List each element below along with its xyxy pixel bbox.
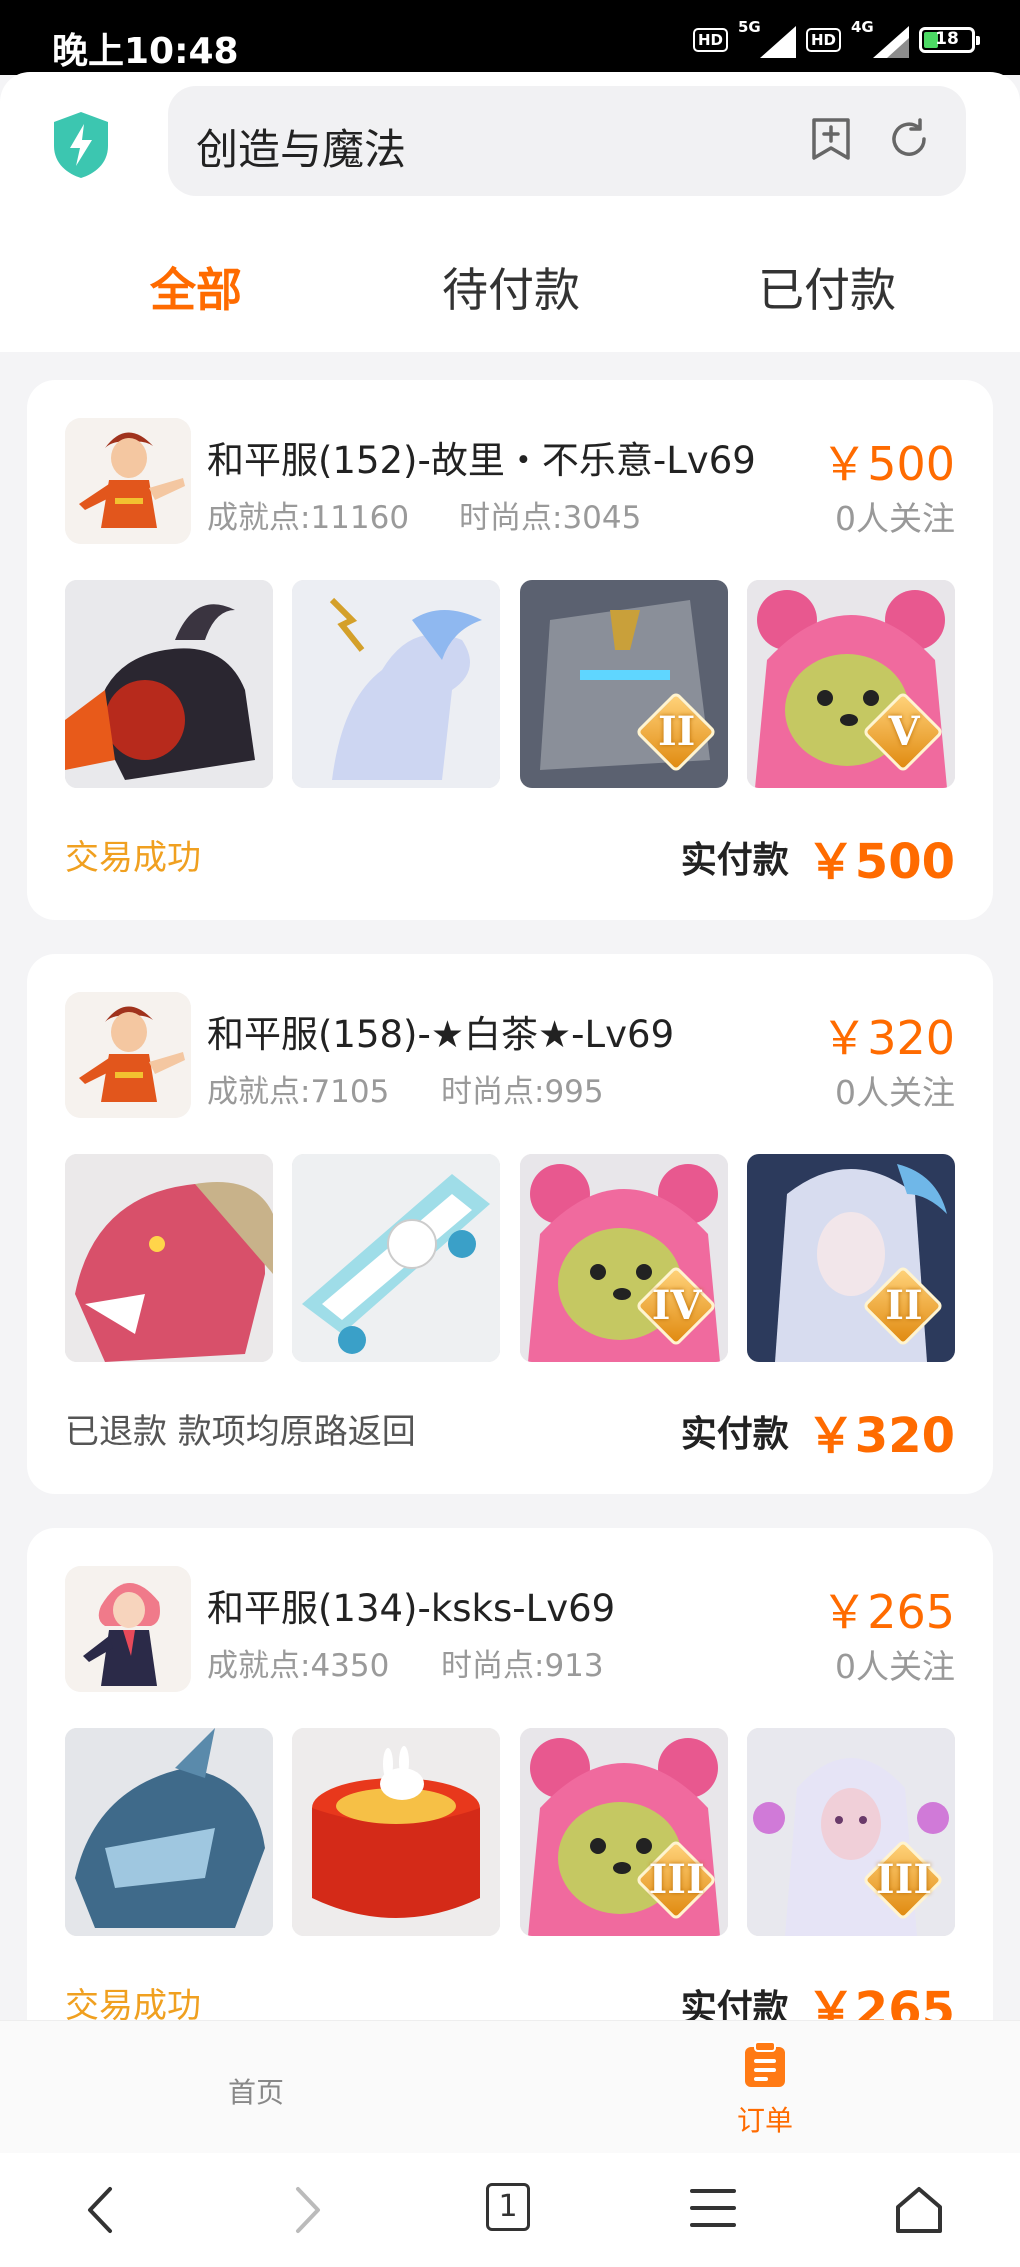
grade-badge: II xyxy=(861,1264,945,1348)
status-time: 晚上10:48 xyxy=(52,31,239,72)
order-list-icon xyxy=(745,2041,785,2087)
url-field[interactable]: 创造与魔法 xyxy=(168,86,966,196)
bookmark-add-icon[interactable] xyxy=(808,116,854,162)
order-card[interactable]: 和平服(152)-故里・不乐意-Lv69 成就点:11160 时尚点:3045 … xyxy=(27,380,993,920)
black-ram-mount-thumbnail[interactable] xyxy=(65,580,273,788)
followers-count: 0人关注 xyxy=(835,1647,955,1686)
tab-home[interactable]: 首页 xyxy=(228,2071,284,2111)
forward-arrow-icon[interactable] xyxy=(290,2185,326,2235)
status-icons: HD 5G HD 4G 18 xyxy=(692,18,980,58)
fashion-points: 时尚点:913 xyxy=(441,1648,604,1684)
tab-orders[interactable]: 订单 xyxy=(720,2041,810,2139)
grade-badge: III xyxy=(861,1838,945,1922)
followers-count: 0人关注 xyxy=(835,499,955,538)
paid-amount: 实付款 ￥320 xyxy=(681,1396,955,1466)
order-status: 交易成功 xyxy=(65,1986,201,2020)
paid-value: ￥500 xyxy=(806,834,955,890)
white-haired-character-thumbnail[interactable]: II xyxy=(746,1154,955,1362)
tab-orders-label: 订单 xyxy=(736,2104,793,2137)
order-title: 和平服(158)-★白茶★-Lv69 xyxy=(207,1013,675,1056)
grade-badge: III xyxy=(634,1838,718,1922)
browser-address-bar: 创造与魔法 xyxy=(0,72,1020,222)
red-drum-rabbit-thumbnail[interactable] xyxy=(292,1728,501,1936)
item-thumbnails: II V xyxy=(65,580,955,788)
ice-unicorn-mount-thumbnail[interactable] xyxy=(292,580,501,788)
order-filter-tabs: 全部 待付款 已付款 xyxy=(0,222,1020,352)
grade-badge: II xyxy=(634,690,718,774)
white-spirit-character-thumbnail[interactable]: III xyxy=(746,1728,955,1936)
achievement-points: 成就点:11160 xyxy=(207,500,410,536)
paid-amount: 实付款 ￥265 xyxy=(681,1970,955,2020)
tab-pending-payment[interactable]: 待付款 xyxy=(442,254,580,320)
browser-nav-bar: 1 xyxy=(0,2153,1020,2267)
back-arrow-icon[interactable] xyxy=(82,2185,118,2235)
status-bar: 晚上10:48 HD 5G HD 4G 18 xyxy=(0,0,1020,75)
avatar xyxy=(65,1566,191,1692)
url-text[interactable]: 创造与魔法 xyxy=(196,116,406,177)
avatar xyxy=(65,418,191,544)
menu-icon[interactable] xyxy=(688,2185,738,2231)
order-card[interactable]: 和平服(158)-★白茶★-Lv69 成就点:7105 时尚点:995 ￥320… xyxy=(27,954,993,1494)
pink-bear-hat-thumbnail[interactable]: IV xyxy=(519,1154,728,1362)
bear-skateboard-thumbnail[interactable] xyxy=(292,1154,501,1362)
paid-value: ￥320 xyxy=(806,1408,955,1464)
signal-4g-icon: 4G xyxy=(851,18,909,58)
item-thumbnails: IV II xyxy=(65,1154,955,1362)
bottom-tab-bar: 首页 订单 xyxy=(0,2020,1020,2154)
pink-bear-hat-thumbnail[interactable]: III xyxy=(519,1728,728,1936)
tabs-count-button[interactable]: 1 xyxy=(486,2183,530,2231)
listing-price: ￥265 xyxy=(821,1585,955,1639)
home-icon[interactable] xyxy=(892,2185,946,2235)
order-list[interactable]: 和平服(152)-故里・不乐意-Lv69 成就点:11160 时尚点:3045 … xyxy=(0,352,1020,2020)
order-title: 和平服(152)-故里・不乐意-Lv69 xyxy=(207,439,756,482)
tab-paid[interactable]: 已付款 xyxy=(758,254,896,320)
stone-golem-thumbnail[interactable]: II xyxy=(519,580,728,788)
item-thumbnails: III III xyxy=(65,1728,955,1936)
pink-bear-hat-thumbnail[interactable]: V xyxy=(746,580,955,788)
avatar xyxy=(65,992,191,1118)
refresh-icon[interactable] xyxy=(886,116,932,162)
shield-bolt-icon[interactable] xyxy=(50,110,112,180)
paid-label: 实付款 xyxy=(680,1414,789,1455)
grade-badge: IV xyxy=(634,1264,718,1348)
fashion-points: 时尚点:3045 xyxy=(459,500,642,536)
order-title: 和平服(134)-ksks-Lv69 xyxy=(207,1587,616,1630)
hd-icon: HD xyxy=(692,28,728,52)
order-status: 交易成功 xyxy=(65,838,201,878)
grade-badge: V xyxy=(861,690,945,774)
blue-dragon-head-thumbnail[interactable] xyxy=(65,1728,273,1936)
hd-icon-2: HD xyxy=(805,28,841,52)
signal-5g-icon: 5G xyxy=(738,18,796,58)
fashion-points: 时尚点:995 xyxy=(441,1074,604,1110)
order-card[interactable]: 和平服(134)-ksks-Lv69 成就点:4350 时尚点:913 ￥265… xyxy=(27,1528,993,2020)
paid-value: ￥265 xyxy=(806,1982,955,2020)
achievement-points: 成就点:7105 xyxy=(207,1074,390,1110)
paid-amount: 实付款 ￥500 xyxy=(681,822,955,892)
paid-label: 实付款 xyxy=(680,840,789,881)
followers-count: 0人关注 xyxy=(835,1073,955,1112)
listing-price: ￥500 xyxy=(821,437,955,491)
red-dragon-head-thumbnail[interactable] xyxy=(65,1154,273,1362)
listing-price: ￥320 xyxy=(821,1011,955,1065)
tab-all[interactable]: 全部 xyxy=(150,254,242,320)
battery-icon: 18 xyxy=(919,27,980,53)
order-status: 已退款 款项均原路返回 xyxy=(65,1412,416,1452)
achievement-points: 成就点:4350 xyxy=(207,1648,390,1684)
paid-label: 实付款 xyxy=(680,1988,789,2020)
